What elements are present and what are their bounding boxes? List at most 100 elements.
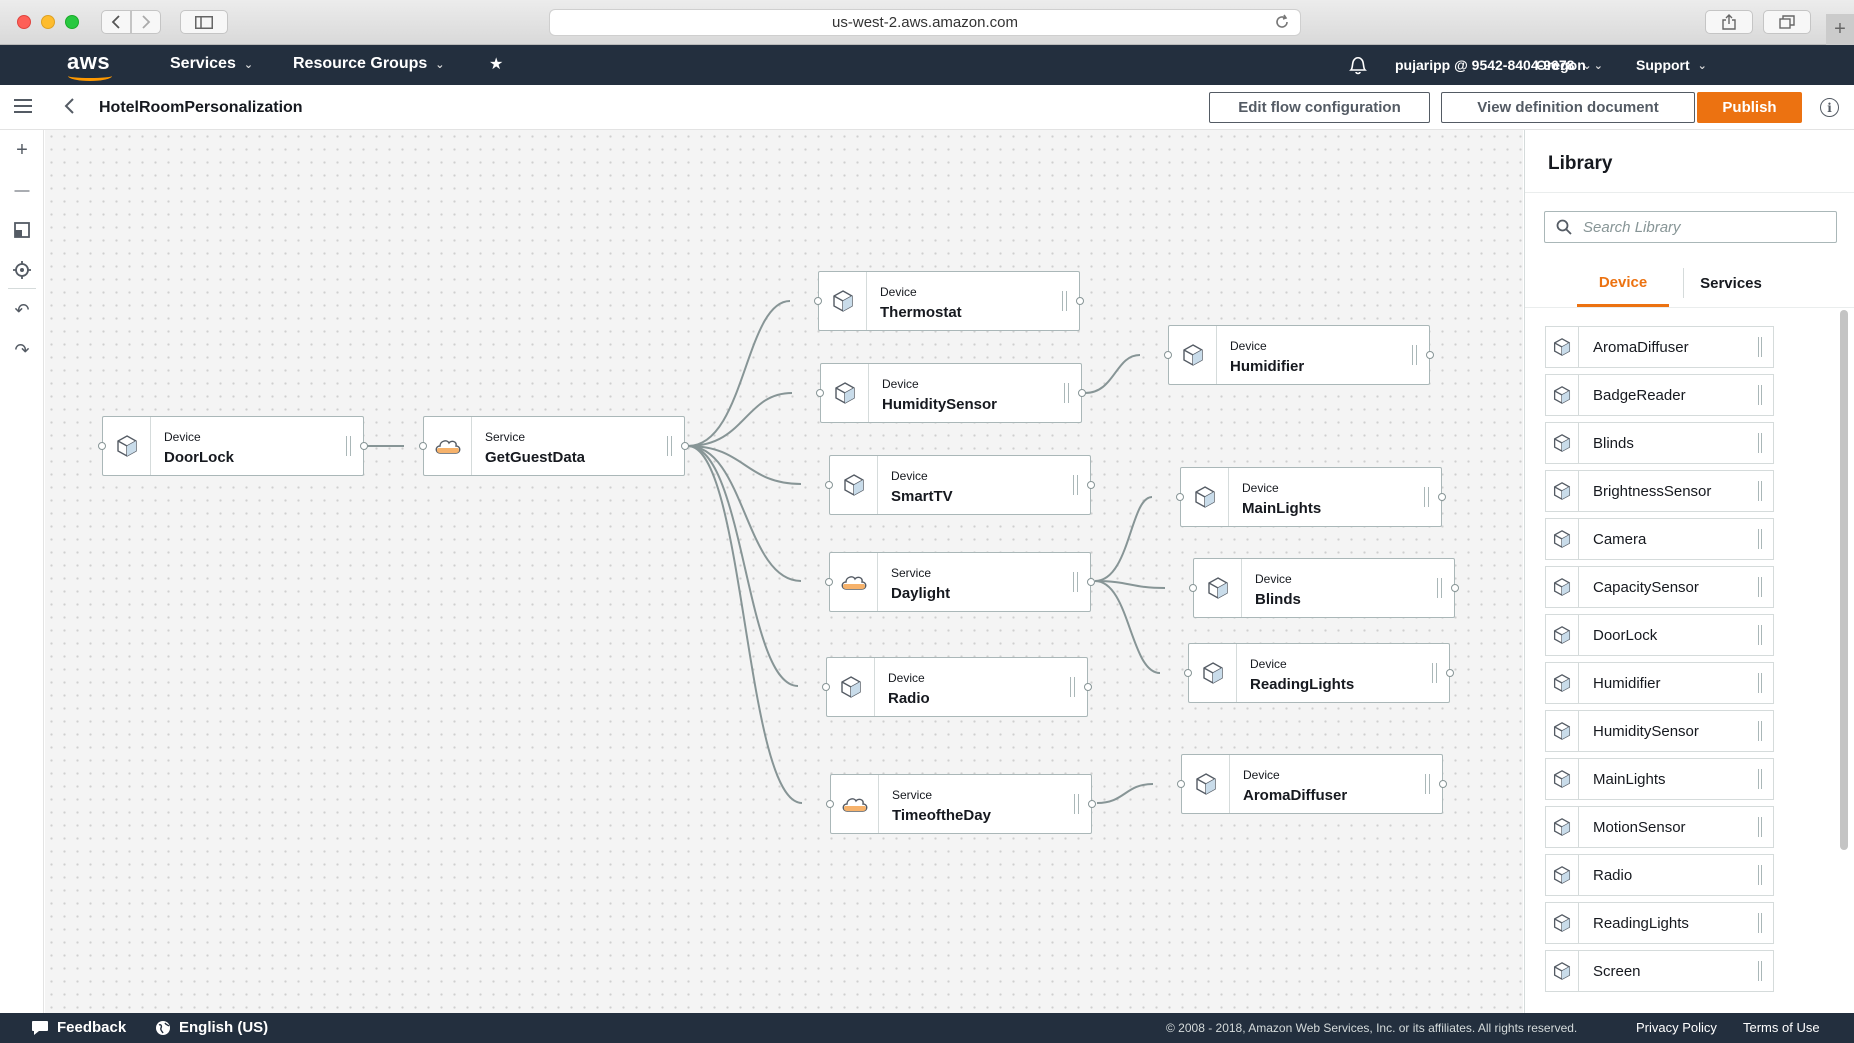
- menu-icon[interactable]: [14, 99, 32, 113]
- input-port[interactable]: [822, 683, 830, 691]
- minimize-window-button[interactable]: [41, 15, 55, 29]
- drag-handle-icon[interactable]: [1758, 673, 1762, 693]
- pin-icon[interactable]: ★: [489, 54, 503, 74]
- drag-handle-icon[interactable]: [667, 436, 672, 456]
- drag-handle-icon[interactable]: [1437, 578, 1442, 598]
- support-menu[interactable]: Support ⌄: [1636, 57, 1707, 73]
- drag-handle-icon[interactable]: [1073, 475, 1078, 495]
- input-port[interactable]: [814, 297, 822, 305]
- library-item[interactable]: Humidifier: [1545, 662, 1774, 704]
- drag-handle-icon[interactable]: [1064, 383, 1069, 403]
- resource-groups-menu[interactable]: Resource Groups ⌄: [293, 55, 444, 73]
- fit-to-screen-button[interactable]: [8, 216, 36, 244]
- drag-handle-icon[interactable]: [1073, 572, 1078, 592]
- output-port[interactable]: [1446, 669, 1454, 677]
- library-item[interactable]: BrightnessSensor: [1545, 470, 1774, 512]
- back-icon[interactable]: [62, 94, 76, 118]
- flow-node-humidifier[interactable]: Device Humidifier: [1164, 325, 1434, 385]
- share-button[interactable]: [1705, 10, 1753, 34]
- output-port[interactable]: [360, 442, 368, 450]
- flow-node-thermostat[interactable]: Device Thermostat: [814, 271, 1084, 331]
- library-item[interactable]: MotionSensor: [1545, 806, 1774, 848]
- drag-handle-icon[interactable]: [1074, 794, 1079, 814]
- flow-node-doorlock[interactable]: Device DoorLock: [98, 416, 368, 476]
- output-port[interactable]: [681, 442, 689, 450]
- drag-handle-icon[interactable]: [1070, 677, 1075, 697]
- zoom-in-button[interactable]: +: [8, 136, 36, 164]
- output-port[interactable]: [1084, 683, 1092, 691]
- drag-handle-icon[interactable]: [1758, 577, 1762, 597]
- flow-node-humiditysensor[interactable]: Device HumiditySensor: [816, 363, 1086, 423]
- bell-icon[interactable]: [1347, 53, 1369, 77]
- flow-node-readinglights[interactable]: Device ReadingLights: [1184, 643, 1454, 703]
- terms-of-use-link[interactable]: Terms of Use: [1743, 1020, 1820, 1035]
- input-port[interactable]: [1177, 780, 1185, 788]
- library-item[interactable]: CapacitySensor: [1545, 566, 1774, 608]
- flow-node-aromadiffuser[interactable]: Device AromaDiffuser: [1177, 754, 1447, 814]
- library-item[interactable]: AromaDiffuser: [1545, 326, 1774, 368]
- drag-handle-icon[interactable]: [1758, 433, 1762, 453]
- library-item[interactable]: BadgeReader: [1545, 374, 1774, 416]
- input-port[interactable]: [825, 578, 833, 586]
- input-port[interactable]: [825, 481, 833, 489]
- flow-node-blinds[interactable]: Device Blinds: [1189, 558, 1459, 618]
- output-port[interactable]: [1451, 584, 1459, 592]
- drag-handle-icon[interactable]: [1758, 865, 1762, 885]
- library-item[interactable]: DoorLock: [1545, 614, 1774, 656]
- zoom-window-button[interactable]: [65, 15, 79, 29]
- library-scrollbar[interactable]: [1840, 310, 1848, 850]
- aws-logo[interactable]: aws: [64, 49, 116, 83]
- library-item[interactable]: MainLights: [1545, 758, 1774, 800]
- address-bar[interactable]: us-west-2.aws.amazon.com: [549, 9, 1301, 36]
- library-item[interactable]: Blinds: [1545, 422, 1774, 464]
- language-selector[interactable]: English (US): [155, 1019, 268, 1036]
- drag-handle-icon[interactable]: [1758, 385, 1762, 405]
- output-port[interactable]: [1438, 493, 1446, 501]
- drag-handle-icon[interactable]: [1758, 625, 1762, 645]
- info-icon[interactable]: i: [1820, 98, 1839, 117]
- tab-services[interactable]: Services: [1685, 260, 1777, 307]
- browser-forward-button[interactable]: [131, 10, 161, 34]
- region-menu[interactable]: Oregon ⌄: [1536, 57, 1603, 73]
- library-item[interactable]: Radio: [1545, 854, 1774, 896]
- output-port[interactable]: [1426, 351, 1434, 359]
- feedback-link[interactable]: Feedback: [31, 1019, 126, 1036]
- library-item[interactable]: Camera: [1545, 518, 1774, 560]
- input-port[interactable]: [1176, 493, 1184, 501]
- input-port[interactable]: [1164, 351, 1172, 359]
- flow-node-timeoftheday[interactable]: Service TimeoftheDay: [826, 774, 1096, 834]
- new-tab-button[interactable]: +: [1826, 14, 1854, 45]
- drag-handle-icon[interactable]: [1062, 291, 1067, 311]
- privacy-policy-link[interactable]: Privacy Policy: [1636, 1020, 1717, 1035]
- drag-handle-icon[interactable]: [1425, 774, 1430, 794]
- flow-node-mainlights[interactable]: Device MainLights: [1176, 467, 1446, 527]
- flow-node-getguestdata[interactable]: Service GetGuestData: [419, 416, 689, 476]
- library-item[interactable]: ReadingLights: [1545, 902, 1774, 944]
- library-item[interactable]: Screen: [1545, 950, 1774, 992]
- input-port[interactable]: [1184, 669, 1192, 677]
- tab-device[interactable]: Device: [1577, 260, 1669, 307]
- output-port[interactable]: [1439, 780, 1447, 788]
- center-view-button[interactable]: [8, 256, 36, 284]
- close-window-button[interactable]: [17, 15, 31, 29]
- services-menu[interactable]: Services ⌄: [170, 55, 253, 73]
- drag-handle-icon[interactable]: [1758, 721, 1762, 741]
- reload-icon[interactable]: [1274, 14, 1290, 30]
- drag-handle-icon[interactable]: [346, 436, 351, 456]
- undo-button[interactable]: ↶: [8, 296, 36, 324]
- publish-button[interactable]: Publish: [1697, 92, 1802, 123]
- drag-handle-icon[interactable]: [1758, 529, 1762, 549]
- output-port[interactable]: [1087, 578, 1095, 586]
- flow-canvas[interactable]: Device DoorLock Service GetGuestData Dev…: [45, 130, 1523, 1013]
- input-port[interactable]: [816, 389, 824, 397]
- drag-handle-icon[interactable]: [1432, 663, 1437, 683]
- show-tabs-button[interactable]: [1763, 10, 1811, 34]
- library-item[interactable]: HumiditySensor: [1545, 710, 1774, 752]
- drag-handle-icon[interactable]: [1758, 337, 1762, 357]
- library-search[interactable]: [1544, 211, 1837, 243]
- output-port[interactable]: [1078, 389, 1086, 397]
- drag-handle-icon[interactable]: [1424, 487, 1429, 507]
- output-port[interactable]: [1087, 481, 1095, 489]
- drag-handle-icon[interactable]: [1758, 817, 1762, 837]
- input-port[interactable]: [98, 442, 106, 450]
